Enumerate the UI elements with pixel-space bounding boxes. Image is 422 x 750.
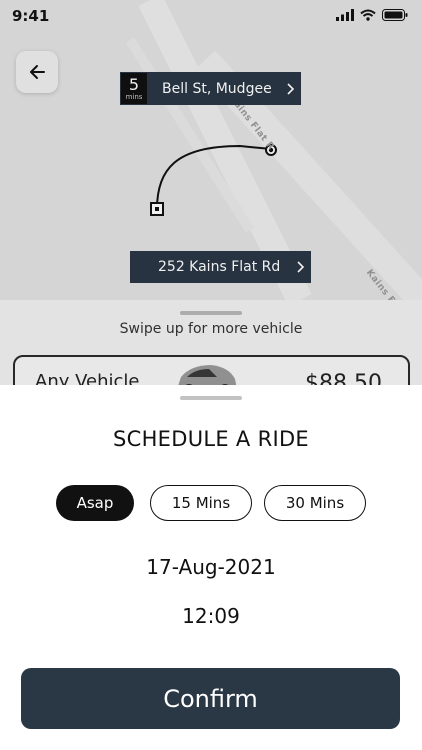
status-icons xyxy=(336,9,408,21)
schedule-sheet: SCHEDULE A RIDE Asap 15 Mins 30 Mins 17-… xyxy=(0,385,422,750)
schedule-time[interactable]: 12:09 xyxy=(0,604,422,628)
schedule-date[interactable]: 17-Aug-2021 xyxy=(0,555,422,579)
back-arrow-icon xyxy=(30,65,45,79)
eta-badge: 5 mins xyxy=(120,72,148,105)
destination-address: Bell St, Mudgee xyxy=(162,80,272,97)
eta-unit: mins xyxy=(125,92,143,101)
status-time: 9:41 xyxy=(12,7,50,25)
vehicle-sheet: Swipe up for more vehicle Any Vehicle $8… xyxy=(0,300,422,390)
drag-handle[interactable] xyxy=(180,396,242,400)
eta-value: 5 xyxy=(128,74,140,94)
sheet-title: SCHEDULE A RIDE xyxy=(112,427,309,451)
chevron-right-icon xyxy=(289,260,311,274)
wifi-icon xyxy=(360,9,376,21)
confirm-button[interactable]: Confirm xyxy=(21,668,400,729)
origin-pill[interactable]: 252 Kains Flat Rd xyxy=(130,251,311,283)
option-30-mins[interactable]: 30 Mins xyxy=(264,485,366,521)
chevron-right-icon xyxy=(279,82,301,96)
drag-handle[interactable] xyxy=(180,311,242,315)
status-bar: 9:41 xyxy=(0,0,422,32)
origin-address: 252 Kains Flat Rd xyxy=(158,259,281,275)
back-button[interactable] xyxy=(16,51,58,93)
option-asap[interactable]: Asap xyxy=(56,485,134,521)
option-15-mins[interactable]: 15 Mins xyxy=(150,485,252,521)
cellular-signal-icon xyxy=(336,9,354,21)
destination-pill[interactable]: 5 mins Bell St, Mudgee xyxy=(120,72,301,105)
swipe-hint: Swipe up for more vehicle xyxy=(119,321,303,337)
battery-icon xyxy=(382,9,408,21)
map-view[interactable]: Kains Flat R Kains F 5 mins Bell St, Mud… xyxy=(0,0,422,300)
